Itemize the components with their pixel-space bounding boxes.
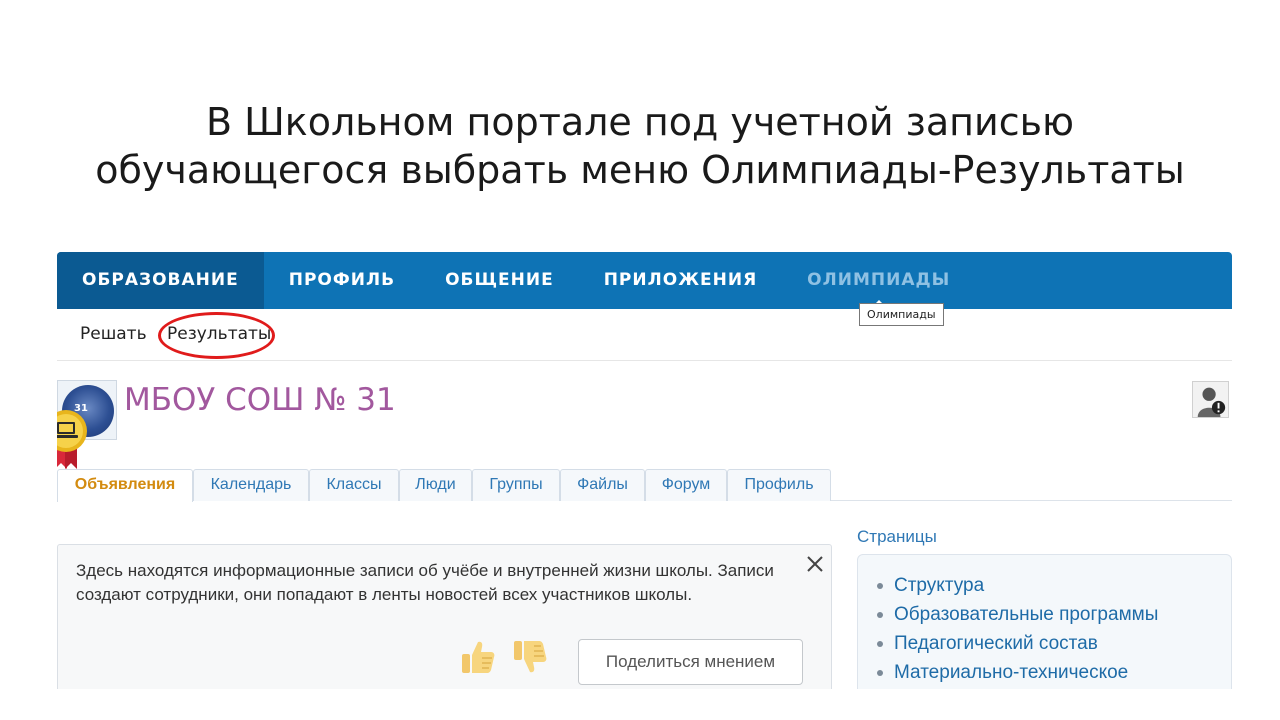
school-name[interactable]: МБОУ СОШ № 31 <box>124 382 396 418</box>
nav-obrazovanie[interactable]: ОБРАЗОВАНИЕ <box>57 252 264 309</box>
tab-obyavleniya[interactable]: Объявления <box>57 469 193 502</box>
red-highlight-circle <box>158 312 275 359</box>
tab-faily[interactable]: Файлы <box>560 469 645 501</box>
user-avatar-icon[interactable] <box>1192 381 1229 418</box>
pages-list: Структура Образовательные программы Педа… <box>874 571 1158 687</box>
tab-lyudi[interactable]: Люди <box>399 469 472 501</box>
portal-screenshot: ОБРАЗОВАНИЕ ПРОФИЛЬ ОБЩЕНИЕ ПРИЛОЖЕНИЯ О… <box>57 252 1232 689</box>
slide-title-line-2: обучающегося выбрать меню Олимпиады-Резу… <box>95 148 1185 192</box>
info-notice: Здесь находятся информационные записи об… <box>57 544 832 689</box>
pages-title: Страницы <box>857 527 937 546</box>
nav-olimpiady-label: ОЛИМПИАДЫ <box>807 270 951 290</box>
slide-title: В Школьном портале под учетной записью о… <box>40 98 1240 194</box>
thumbs-up-icon[interactable] <box>458 637 498 677</box>
pages-link-sostav[interactable]: Педагогический состав <box>874 629 1158 658</box>
top-navigation: ОБРАЗОВАНИЕ ПРОФИЛЬ ОБЩЕНИЕ ПРИЛОЖЕНИЯ О… <box>57 252 1232 310</box>
tab-forum[interactable]: Форум <box>645 469 727 501</box>
tab-profil[interactable]: Профиль <box>727 469 831 501</box>
school-tabs: Объявления Календарь Классы Люди Группы … <box>57 469 1232 502</box>
thumbs-down-icon[interactable] <box>510 637 550 677</box>
nav-obshchenie[interactable]: ОБЩЕНИЕ <box>420 252 579 309</box>
slide-title-line-1: В Школьном портале под учетной записью <box>206 100 1074 144</box>
tab-klassy[interactable]: Классы <box>309 469 399 501</box>
share-opinion-button[interactable]: Поделиться мнением <box>578 639 803 685</box>
tab-gruppy[interactable]: Группы <box>472 469 560 501</box>
info-text: Здесь находятся информационные записи об… <box>76 561 774 604</box>
tab-kalendar[interactable]: Календарь <box>193 469 309 501</box>
nav-profil[interactable]: ПРОФИЛЬ <box>264 252 420 309</box>
pages-panel: Структура Образовательные программы Педа… <box>857 554 1232 689</box>
pages-link-mto[interactable]: Материально-техническое <box>874 658 1158 687</box>
nav-olimpiady[interactable]: ОЛИМПИАДЫ <box>782 252 975 310</box>
pages-link-programmy[interactable]: Образовательные программы <box>874 600 1158 629</box>
pages-link-struktura[interactable]: Структура <box>874 571 1158 600</box>
subnav-reshat[interactable]: Решать <box>80 324 147 344</box>
olimpiady-tooltip: Олимпиады <box>859 303 944 326</box>
close-icon[interactable] <box>804 553 826 575</box>
nav-prilozheniya[interactable]: ПРИЛОЖЕНИЯ <box>579 252 782 309</box>
laptop-medal-icon <box>57 410 87 469</box>
